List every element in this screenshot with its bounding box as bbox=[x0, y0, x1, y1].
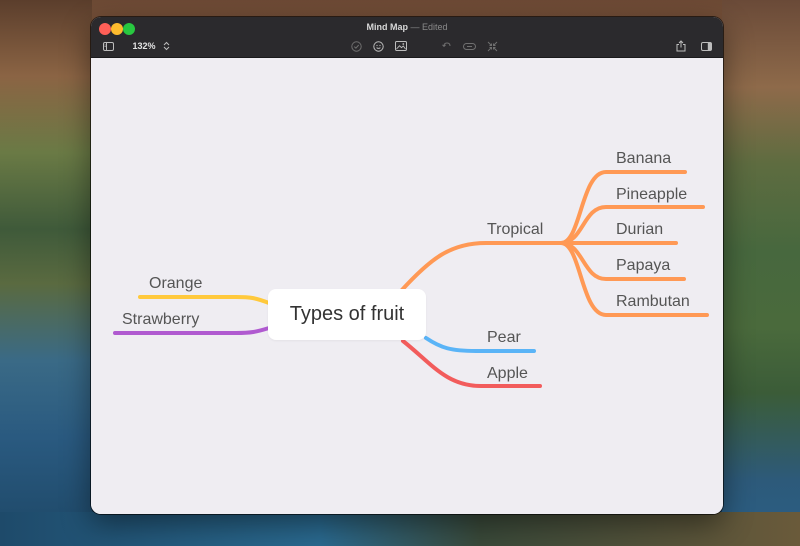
zoom-level[interactable]: 132% bbox=[129, 38, 159, 54]
sidebar-icon[interactable] bbox=[101, 38, 115, 54]
node-rambutan[interactable]: Rambutan bbox=[616, 293, 690, 311]
collapse-icon[interactable] bbox=[485, 38, 499, 54]
connector-tropical bbox=[399, 241, 563, 293]
smiley-icon[interactable] bbox=[371, 38, 385, 54]
zoom-value: 132% bbox=[132, 41, 156, 51]
node-apple[interactable]: Apple bbox=[487, 365, 528, 383]
connector-orange bbox=[138, 295, 271, 305]
titlebar: Mind Map — Edited 132% bbox=[91, 17, 723, 58]
node-durian[interactable]: Durian bbox=[616, 221, 663, 239]
mind-map-canvas[interactable]: Types of fruit Tropical Banana Pineapple… bbox=[91, 58, 723, 514]
zoom-stepper-icon[interactable] bbox=[161, 38, 171, 54]
document-status: Edited bbox=[422, 22, 448, 32]
node-orange[interactable]: Orange bbox=[149, 275, 202, 293]
window-title: Mind Map — Edited bbox=[91, 22, 723, 32]
title-separator: — bbox=[410, 22, 420, 32]
mind-map-window: Mind Map — Edited 132% Types of fruit Tr… bbox=[91, 17, 723, 514]
node-tropical[interactable]: Tropical bbox=[487, 221, 543, 239]
link-icon[interactable] bbox=[462, 38, 476, 54]
node-strawberry[interactable]: Strawberry bbox=[122, 311, 199, 329]
image-icon[interactable] bbox=[394, 38, 408, 54]
node-banana[interactable]: Banana bbox=[616, 150, 671, 168]
desktop-wallpaper-right bbox=[722, 0, 800, 546]
node-papaya[interactable]: Papaya bbox=[616, 257, 670, 275]
desktop-wallpaper-bottom bbox=[0, 512, 800, 546]
desktop-wallpaper-left bbox=[0, 0, 92, 546]
node-pear[interactable]: Pear bbox=[487, 329, 521, 347]
central-topic[interactable]: Types of fruit bbox=[268, 289, 426, 340]
node-pineapple[interactable]: Pineapple bbox=[616, 186, 687, 204]
inspector-icon[interactable] bbox=[699, 38, 713, 54]
share-icon[interactable] bbox=[674, 38, 688, 54]
undo-icon[interactable] bbox=[439, 38, 453, 54]
document-name: Mind Map bbox=[366, 22, 408, 32]
checkmark-icon[interactable] bbox=[349, 38, 363, 54]
